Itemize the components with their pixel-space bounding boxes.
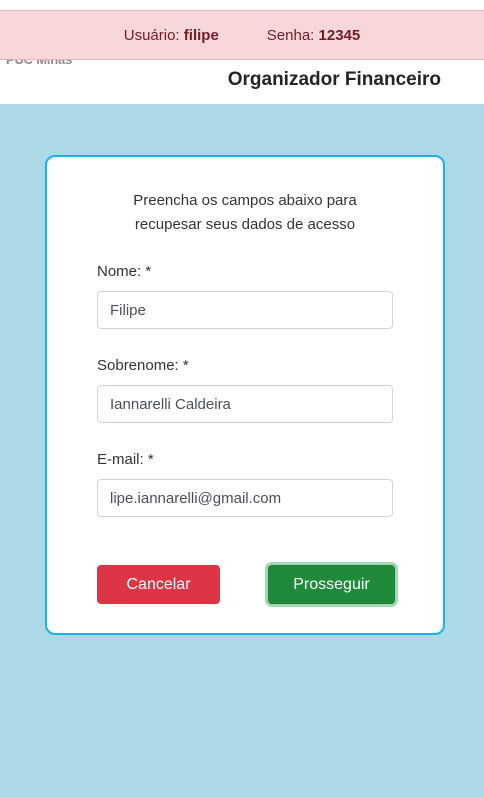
email-input[interactable] [97, 479, 393, 517]
user-value: filipe [183, 26, 219, 44]
password-info: Senha: 12345 [267, 27, 360, 44]
cancel-button[interactable]: Cancelar [97, 565, 220, 604]
first-name-input[interactable] [97, 291, 393, 329]
intro-line-2: recupesar seus dados de acesso [134, 216, 356, 233]
intro-text: Preencha os campos abaixo para recupesar… [47, 189, 443, 237]
last-name-label: Sobrenome: * [97, 357, 189, 374]
user-label: Usuário: [123, 26, 180, 44]
recovery-card: Preencha os campos abaixo para recupesar… [45, 155, 445, 635]
last-name-input[interactable] [97, 385, 393, 423]
proceed-button[interactable]: Prosseguir [268, 565, 395, 604]
credentials-alert: Usuário: filipe Senha: 12345 [0, 10, 484, 60]
user-info: Usuário: filipe [124, 27, 219, 44]
intro-line-1: Preencha os campos abaixo para [133, 192, 357, 209]
first-name-label: Nome: * [97, 263, 152, 280]
password-value: 12345 [318, 26, 361, 44]
password-label: Senha: [266, 26, 315, 44]
email-label: E-mail: * [97, 451, 154, 468]
app-title: Organizador Financeiro [227, 69, 441, 90]
